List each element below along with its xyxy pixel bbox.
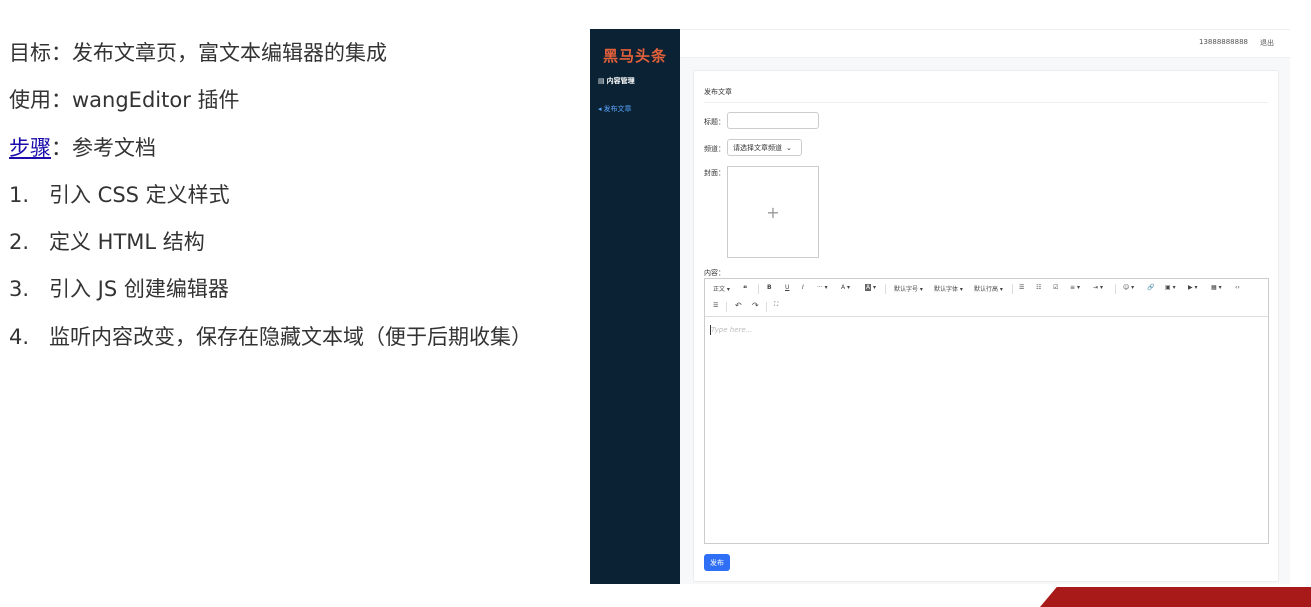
- justify-icon[interactable]: ≡ ▾: [1070, 284, 1080, 291]
- editor-content-area[interactable]: Type here...: [705, 317, 1268, 543]
- quote-icon[interactable]: ❝: [743, 284, 747, 293]
- channel-placeholder: 请选择文章频道: [733, 143, 782, 152]
- rich-text-editor: 正文 ▾ ❝ B U I ··· ▾ A ▾ A ▾ 默认字号 ▾ 默认字体 ▾…: [704, 278, 1269, 544]
- indent-icon[interactable]: ⇥ ▾: [1093, 284, 1103, 291]
- font-family-dropdown[interactable]: 默认字体 ▾: [934, 284, 963, 293]
- link-icon[interactable]: 🔗: [1147, 284, 1154, 291]
- image-icon[interactable]: ▣ ▾: [1165, 284, 1176, 291]
- cover-label: 封面：: [704, 169, 725, 177]
- goal-line: 目标：发布文章页，富文本编辑器的集成: [9, 41, 387, 65]
- card-title: 发布文章: [704, 88, 732, 96]
- steps-rest: ：参考文档: [51, 135, 156, 160]
- bold-icon[interactable]: B: [767, 284, 772, 291]
- divider-icon[interactable]: ☰: [713, 302, 718, 309]
- step-item-3: 3. 引入 JS 创建编辑器: [9, 277, 229, 302]
- publish-card: 发布文章 标题： 频道： 请选择文章频道 ⌄ 封面： + 内容： 正文 ▾ ❝ …: [693, 70, 1279, 582]
- fullscreen-icon[interactable]: ⛶: [774, 301, 778, 309]
- emotion-icon[interactable]: ☺ ▾: [1123, 284, 1134, 291]
- numbered-list-icon[interactable]: ☷: [1036, 284, 1041, 291]
- logo: 黑马头条: [602, 47, 667, 65]
- corner-banner: [1040, 587, 1311, 607]
- editor-toolbar: 正文 ▾ ❝ B U I ··· ▾ A ▾ A ▾ 默认字号 ▾ 默认字体 ▾…: [705, 279, 1268, 317]
- divider: [704, 102, 1268, 103]
- step-item-4: 4. 监听内容改变，保存在隐藏文本域（便于后期收集）: [9, 324, 532, 349]
- font-size-dropdown[interactable]: 默认字号 ▾: [894, 284, 923, 293]
- italic-icon[interactable]: I: [802, 284, 804, 291]
- code-icon[interactable]: ‹›: [1235, 284, 1240, 291]
- step-item-1: 1. 引入 CSS 定义样式: [9, 182, 230, 207]
- use-line: 使用：wangEditor 插件: [9, 88, 240, 113]
- title-label: 标题：: [704, 118, 725, 126]
- content-label: 内容：: [704, 269, 725, 277]
- sidebar-group-content[interactable]: ▤ 内容管理: [598, 76, 635, 86]
- publish-button[interactable]: 发布: [704, 554, 730, 571]
- editor-placeholder: Type here...: [711, 326, 753, 334]
- top-bar: 13888888888 退出: [680, 29, 1290, 58]
- title-input[interactable]: [727, 112, 819, 129]
- table-icon[interactable]: ▦ ▾: [1211, 284, 1222, 291]
- slide-notes: 目标：发布文章页，富文本编辑器的集成 使用：wangEditor 插件 步骤：参…: [9, 30, 584, 361]
- user-phone: 13888888888: [1199, 38, 1248, 46]
- send-icon: ◂: [598, 105, 602, 113]
- channel-select[interactable]: 请选择文章频道 ⌄: [727, 139, 802, 156]
- video-icon[interactable]: ▶ ▾: [1188, 284, 1198, 291]
- step-item-2: 2. 定义 HTML 结构: [9, 230, 205, 255]
- plus-icon: +: [766, 202, 780, 222]
- more-icon[interactable]: ··· ▾: [817, 284, 828, 291]
- steps-link[interactable]: 步骤: [9, 136, 51, 160]
- underline-icon[interactable]: U: [785, 284, 789, 291]
- line-height-dropdown[interactable]: 默认行高 ▾: [974, 284, 1003, 293]
- channel-label: 频道：: [704, 145, 725, 153]
- todo-icon[interactable]: ☑: [1053, 284, 1058, 291]
- chevron-down-icon: ⌄: [786, 143, 792, 152]
- bg-color-icon[interactable]: A: [865, 284, 872, 291]
- font-color-icon[interactable]: A ▾: [841, 284, 850, 291]
- sidebar: 黑马头条 ▤ 内容管理 ◂ 发布文章: [590, 29, 680, 584]
- undo-icon[interactable]: ↶: [735, 301, 742, 310]
- cover-upload[interactable]: +: [727, 166, 819, 258]
- document-icon: ▤: [598, 77, 605, 85]
- sidebar-item-publish[interactable]: ◂ 发布文章: [598, 104, 632, 114]
- logout-link[interactable]: 退出: [1260, 38, 1274, 48]
- bulleted-list-icon[interactable]: ☰: [1019, 284, 1024, 291]
- app-window: 黑马头条 ▤ 内容管理 ◂ 发布文章 13888888888 退出 发布文章 标…: [590, 29, 1290, 584]
- text-style-dropdown[interactable]: 正文 ▾: [713, 284, 730, 293]
- steps-line: 步骤：参考文档: [9, 125, 584, 172]
- redo-icon[interactable]: ↷: [752, 301, 759, 310]
